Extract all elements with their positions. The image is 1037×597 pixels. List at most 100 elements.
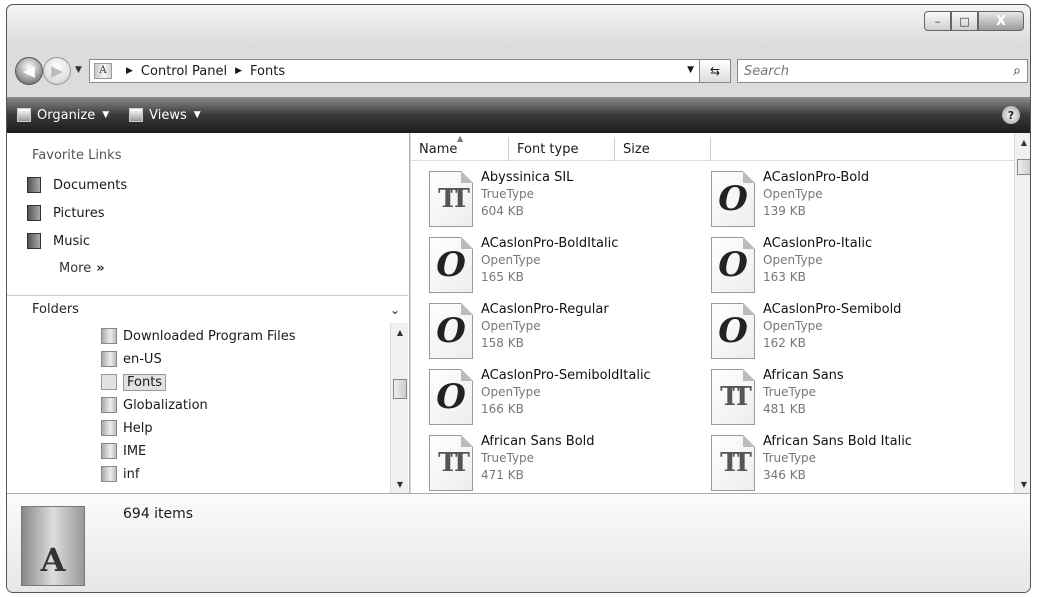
font-tile[interactable]: O ACaslonPro-SemiboldItalic OpenType 166 K… bbox=[411, 365, 691, 429]
font-type: TrueType bbox=[481, 451, 535, 465]
font-size: 139 KB bbox=[763, 204, 806, 218]
recent-pages-dropdown[interactable]: ▼ bbox=[75, 65, 82, 75]
scroll-up-icon[interactable]: ▲ bbox=[391, 323, 409, 341]
favorite-music[interactable]: Music bbox=[7, 227, 409, 255]
opentype-icon: O bbox=[711, 237, 755, 293]
font-name: ACaslonPro-Regular bbox=[481, 302, 609, 317]
font-grid: TT Abyssinica SIL TrueType 604 KB O ACaslo… bbox=[411, 167, 1014, 493]
column-size[interactable]: Size bbox=[615, 137, 711, 161]
font-type: OpenType bbox=[763, 319, 823, 333]
font-type: OpenType bbox=[763, 253, 823, 267]
command-bar: Organize ▼ Views ▼ ? bbox=[7, 97, 1030, 133]
views-label: Views bbox=[149, 107, 187, 123]
navigation-pane: Favorite Links Documents Pictures Music … bbox=[7, 133, 410, 493]
tree-item[interactable]: Help bbox=[101, 417, 153, 439]
font-tile[interactable]: TT Abyssinica SIL TrueType 604 KB bbox=[411, 167, 691, 231]
font-name: ACaslonPro-SemiboldItalic bbox=[481, 368, 651, 383]
font-size: 166 KB bbox=[481, 402, 524, 416]
font-name: African Sans Bold bbox=[481, 434, 595, 449]
favorite-label: Pictures bbox=[53, 205, 105, 221]
font-name: ACaslonPro-Bold bbox=[763, 170, 870, 185]
fonts-folder-icon: A bbox=[94, 63, 112, 79]
breadcrumb-separator-icon[interactable]: ▶ bbox=[126, 66, 133, 76]
font-size: 471 KB bbox=[481, 468, 524, 482]
minimize-button[interactable]: – bbox=[924, 11, 951, 31]
font-type: TrueType bbox=[763, 451, 817, 465]
font-tile[interactable]: TT African Sans TrueType 481 KB bbox=[693, 365, 973, 429]
breadcrumb-fonts[interactable]: Fonts bbox=[250, 64, 285, 79]
pictures-icon bbox=[27, 205, 41, 221]
scroll-thumb[interactable] bbox=[1017, 159, 1030, 175]
scroll-down-icon[interactable]: ▼ bbox=[391, 475, 409, 493]
breadcrumb-control-panel[interactable]: Control Panel bbox=[141, 64, 227, 79]
search-input[interactable] bbox=[744, 63, 984, 79]
font-name: African Sans Bold Italic bbox=[763, 434, 912, 449]
folder-icon bbox=[101, 420, 117, 436]
font-tile[interactable]: O ACaslonPro-BoldItalic OpenType 165 KB bbox=[411, 233, 691, 297]
tree-item[interactable]: IME bbox=[101, 440, 146, 462]
font-size: 158 KB bbox=[481, 336, 524, 350]
back-button[interactable]: ◀ bbox=[15, 57, 43, 85]
favorite-documents[interactable]: Documents bbox=[7, 171, 409, 199]
font-type: TrueType bbox=[763, 385, 817, 399]
more-link[interactable]: More » bbox=[7, 255, 409, 281]
file-list-scrollbar[interactable]: ▲ ▼ bbox=[1014, 133, 1030, 493]
opentype-icon: O bbox=[711, 171, 755, 227]
documents-icon bbox=[27, 177, 41, 193]
refresh-button[interactable]: ⇆ bbox=[699, 59, 731, 83]
font-name: ACaslonPro-BoldItalic bbox=[481, 236, 619, 251]
folders-toggle[interactable]: Folders ⌄ bbox=[7, 295, 410, 323]
close-button[interactable]: X bbox=[978, 11, 1024, 31]
sort-ascending-icon: ▲ bbox=[457, 134, 464, 143]
truetype-icon: TT bbox=[711, 435, 755, 491]
breadcrumb-separator-icon[interactable]: ▶ bbox=[235, 66, 242, 76]
tree-item[interactable]: Downloaded Program Files bbox=[101, 325, 296, 347]
font-name: ACaslonPro-Semibold bbox=[763, 302, 902, 317]
font-tile[interactable]: O ACaslonPro-Bold OpenType 139 KB bbox=[693, 167, 973, 231]
font-tile[interactable]: O ACaslonPro-Semibold OpenType 162 KB bbox=[693, 299, 973, 363]
font-type: TrueType bbox=[481, 187, 535, 201]
font-size: 163 KB bbox=[763, 270, 806, 284]
forward-button[interactable]: ▶ bbox=[43, 57, 71, 85]
font-tile[interactable]: O ACaslonPro-Regular OpenType 158 KB bbox=[411, 299, 691, 363]
scroll-down-icon[interactable]: ▼ bbox=[1015, 475, 1030, 493]
address-bar[interactable]: A ▶ Control Panel ▶ Fonts ▼ bbox=[89, 59, 717, 83]
opentype-icon: O bbox=[429, 303, 473, 359]
organize-button[interactable]: Organize ▼ bbox=[17, 108, 109, 123]
search-icon[interactable]: ⌕ bbox=[1013, 63, 1021, 79]
tree-item[interactable]: en-US bbox=[101, 348, 162, 370]
opentype-icon: O bbox=[429, 237, 473, 293]
tree-item[interactable]: inf bbox=[101, 463, 139, 485]
scroll-up-icon[interactable]: ▲ bbox=[1015, 133, 1030, 151]
scroll-thumb[interactable] bbox=[393, 379, 407, 399]
column-headers: ▲ Name Font type Size bbox=[411, 134, 1014, 161]
chevron-down-icon: ⌄ bbox=[389, 302, 400, 317]
font-type: OpenType bbox=[481, 319, 541, 333]
font-tile[interactable]: TT African Sans Bold Italic TrueType 346 K… bbox=[693, 431, 973, 493]
explorer-window: – □ X ◀ ▶ ▼ A ▶ Control Panel ▶ Fonts ▼ … bbox=[6, 4, 1031, 593]
tree-item[interactable]: Globalization bbox=[101, 394, 208, 416]
tree-scrollbar[interactable]: ▲ ▼ bbox=[390, 323, 408, 493]
search-box[interactable]: ⌕ bbox=[737, 59, 1028, 83]
chevron-down-icon: ▼ bbox=[193, 110, 201, 120]
chevron-down-icon: ▼ bbox=[102, 110, 110, 120]
font-tile[interactable]: TT African Sans Bold TrueType 471 KB bbox=[411, 431, 691, 493]
organize-label: Organize bbox=[37, 107, 96, 123]
folder-tree: Downloaded Program Files en-US Fonts Glo… bbox=[7, 323, 390, 493]
font-type: OpenType bbox=[481, 253, 541, 267]
item-count: 694 items bbox=[123, 506, 194, 522]
column-font-type[interactable]: Font type bbox=[509, 137, 615, 161]
font-tile[interactable]: O ACaslonPro-Italic OpenType 163 KB bbox=[693, 233, 973, 297]
help-button[interactable]: ? bbox=[1002, 106, 1020, 124]
maximize-button[interactable]: □ bbox=[951, 11, 978, 31]
tree-item-selected[interactable]: Fonts bbox=[101, 371, 167, 393]
address-dropdown-icon[interactable]: ▼ bbox=[687, 65, 694, 75]
views-button[interactable]: Views ▼ bbox=[129, 108, 201, 123]
font-name: ACaslonPro-Italic bbox=[763, 236, 873, 251]
tree-label: Fonts bbox=[123, 373, 167, 391]
organize-icon bbox=[17, 108, 31, 122]
font-type: OpenType bbox=[763, 187, 823, 201]
column-name[interactable]: ▲ Name bbox=[411, 134, 509, 161]
favorite-label: Music bbox=[53, 233, 90, 249]
favorite-pictures[interactable]: Pictures bbox=[7, 199, 409, 227]
